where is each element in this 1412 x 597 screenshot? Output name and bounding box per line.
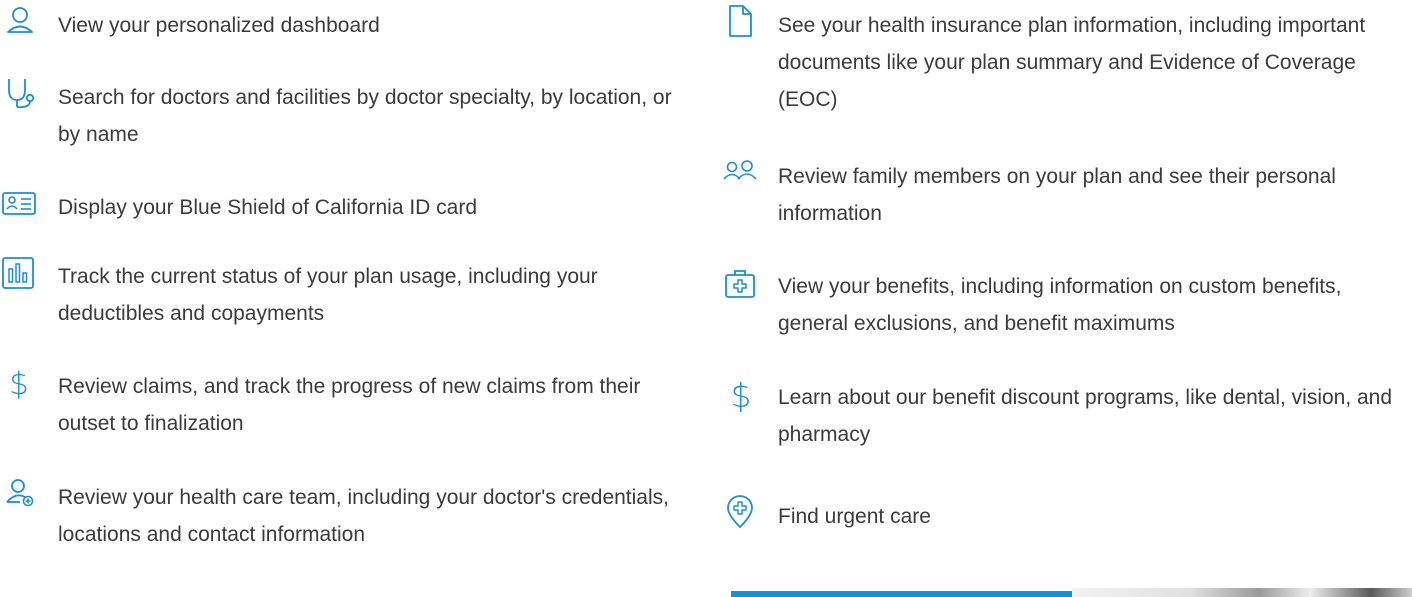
user-plus-icon <box>0 476 40 512</box>
id-card-icon <box>0 186 40 222</box>
stethoscope-icon <box>0 76 40 112</box>
feature-text: Display your Blue Shield of California I… <box>58 196 478 219</box>
feature-text: Review claims, and track the progress of… <box>58 375 641 435</box>
feature-text: Review your health care team, including … <box>58 486 669 546</box>
location-cross-icon <box>720 495 760 531</box>
feature-text: View your personalized dashboard <box>58 14 380 37</box>
user-icon <box>0 4 40 40</box>
dollar-icon: $ <box>720 376 760 412</box>
document-icon <box>720 4 760 40</box>
photo-strip <box>1072 588 1412 597</box>
feature-text: Find urgent care <box>778 505 931 528</box>
family-icon <box>720 155 760 191</box>
feature-text: Learn about our benefit discount program… <box>778 386 1393 446</box>
feature-text: Review family members on your plan and s… <box>778 165 1336 225</box>
svg-text:$: $ <box>731 376 752 412</box>
feature-text: Search for doctors and facilities by doc… <box>58 86 672 146</box>
feature-text: View your benefits, including informatio… <box>778 275 1342 335</box>
bar-chart-icon <box>0 255 40 291</box>
dollar-icon: $ <box>0 365 40 401</box>
feature-text: See your health insurance plan informati… <box>778 14 1366 111</box>
accent-bar <box>731 591 1072 597</box>
medical-kit-icon <box>720 265 760 301</box>
feature-text: Track the current status of your plan us… <box>58 265 598 325</box>
svg-text:$: $ <box>9 366 29 401</box>
